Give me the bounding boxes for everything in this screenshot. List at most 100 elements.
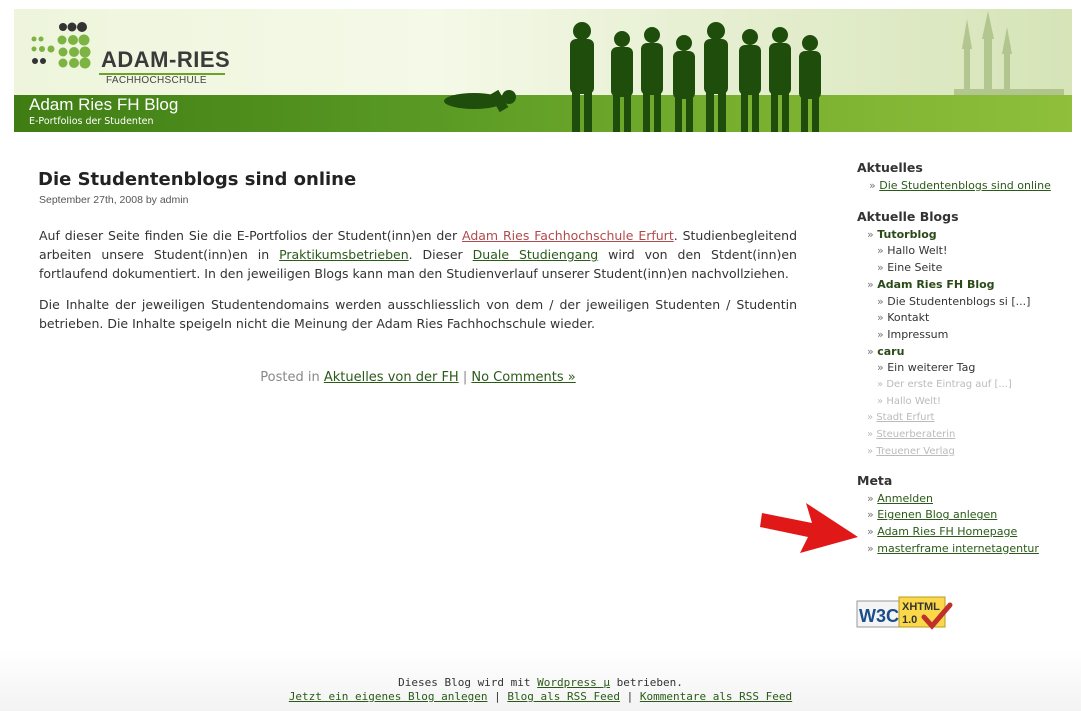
- logo-name: ADAM-RIES: [101, 47, 231, 72]
- bullet: »: [877, 311, 884, 325]
- bullet: »: [877, 395, 884, 407]
- homepage-link[interactable]: Adam Ries FH Homepage: [877, 525, 1017, 538]
- blogs-list: » Tutorblog » Hallo Welt! » Eine Seite »…: [857, 227, 1072, 461]
- footer-text: betrieben.: [610, 676, 683, 689]
- list-item: » caru: [867, 344, 1072, 361]
- category-link[interactable]: Aktuelles von der FH: [324, 370, 459, 385]
- list-item: » Die Studentenblogs sind online: [869, 178, 1072, 195]
- list-item: » Hallo Welt!: [867, 394, 1072, 411]
- w3c-xhtml-badge[interactable]: W3C XHTML 1.0: [856, 595, 954, 632]
- blog-link-tutorblog[interactable]: Tutorblog: [877, 228, 936, 241]
- meta-heading: Meta: [857, 472, 893, 488]
- badge-w3c-text: W3C: [859, 606, 899, 626]
- list-item: » Impressum: [867, 327, 1072, 344]
- blog-link-caru[interactable]: caru: [877, 345, 904, 358]
- blog-title[interactable]: Adam Ries FH Blog: [29, 95, 178, 115]
- site-footer: Dieses Blog wird mit Wordpress µ betrieb…: [0, 650, 1081, 711]
- blog-link-faded[interactable]: Treuener Verlag: [876, 446, 955, 457]
- footer-text: Dieses Blog wird mit: [398, 676, 538, 689]
- blog-tagline: E-Portfolios der Studenten: [29, 116, 154, 127]
- list-item: » Hallo Welt!: [867, 243, 1072, 260]
- list-item: » Ein weiterer Tag: [867, 360, 1072, 377]
- wordpress-link[interactable]: Wordpress µ: [537, 676, 610, 689]
- sidebar: Aktuelles » Die Studentenblogs sind onli…: [857, 160, 1072, 557]
- students-silhouette-image: [444, 22, 821, 132]
- list-item: » Adam Ries FH Blog: [867, 277, 1072, 294]
- post-link[interactable]: Ein weiterer Tag: [887, 361, 975, 374]
- posted-in-label: Posted in: [260, 370, 324, 385]
- bullet: »: [867, 445, 874, 457]
- list-item: » Adam Ries FH Homepage: [867, 524, 1072, 541]
- logo-subtitle: FACHHOCHSCHULE: [106, 75, 207, 86]
- aktuelles-post-link[interactable]: Die Studentenblogs sind online: [879, 179, 1051, 192]
- aktuelle-blogs-heading: Aktuelle Blogs: [857, 208, 959, 224]
- post-footer: Posted in Aktuelles von der FH | No Comm…: [39, 370, 797, 385]
- bullet: »: [867, 277, 874, 291]
- post-link[interactable]: Die Studentenblogs si [...]: [887, 295, 1030, 308]
- bullet: »: [877, 361, 884, 375]
- comments-link[interactable]: No Comments »: [471, 370, 575, 385]
- list-item: » Eine Seite: [867, 260, 1072, 277]
- list-item: » Eigenen Blog anlegen: [867, 507, 1072, 524]
- bullet: »: [867, 524, 874, 538]
- aktuelles-list: » Die Studentenblogs sind online: [857, 178, 1072, 195]
- separator: |: [619, 690, 640, 703]
- comments-rss-link[interactable]: Kommentare als RSS Feed: [640, 690, 792, 703]
- bullet: »: [867, 344, 874, 358]
- bullet: »: [867, 541, 874, 555]
- post-body: Auf dieser Seite finden Sie die E-Portfo…: [39, 226, 797, 345]
- post-link[interactable]: Kontakt: [887, 311, 929, 324]
- duale-studiengang-link[interactable]: Duale Studiengang: [473, 247, 599, 262]
- post-paragraph-1: Auf dieser Seite finden Sie die E-Portfo…: [39, 226, 797, 283]
- red-arrow-icon: [760, 503, 858, 553]
- bullet: »: [877, 294, 884, 308]
- post-link[interactable]: Hallo Welt!: [886, 396, 941, 407]
- bullet: »: [867, 491, 874, 505]
- list-item: » masterframe internetagentur: [867, 541, 1072, 558]
- post-text: . Dieser: [408, 247, 473, 262]
- badge-version-text: 1.0: [902, 614, 917, 626]
- list-item: » Steuerberaterin: [867, 427, 1072, 444]
- post-link[interactable]: Impressum: [887, 328, 948, 341]
- eigenen-blog-anlegen-link[interactable]: Eigenen Blog anlegen: [877, 508, 997, 521]
- bullet: »: [877, 327, 884, 341]
- badge-xhtml-text: XHTML: [902, 601, 940, 613]
- post-link[interactable]: Eine Seite: [887, 261, 942, 274]
- masterframe-link[interactable]: masterframe internetagentur: [877, 542, 1039, 555]
- site-header: ADAM-RIES FACHHOCHSCHULE Adam Ries FH Bl…: [14, 9, 1072, 132]
- aktuelles-heading: Aktuelles: [857, 160, 923, 175]
- list-item: » Anmelden: [867, 491, 1072, 508]
- post-link[interactable]: Hallo Welt!: [887, 244, 947, 257]
- list-item: » Kontakt: [867, 310, 1072, 327]
- list-item: » Treuener Verlag: [867, 444, 1072, 461]
- list-item: » Stadt Erfurt: [867, 410, 1072, 427]
- bullet: »: [877, 244, 884, 258]
- bullet: »: [867, 429, 874, 441]
- post-title[interactable]: Die Studentenblogs sind online: [38, 169, 356, 190]
- separator: |: [458, 370, 472, 385]
- anmelden-link[interactable]: Anmelden: [877, 492, 933, 505]
- praktikumsbetrieben-link[interactable]: Praktikumsbetrieben: [279, 247, 409, 262]
- blog-link-faded[interactable]: Stadt Erfurt: [876, 412, 934, 423]
- logo-dots-icon: [31, 22, 91, 69]
- bullet: »: [867, 412, 874, 424]
- rss-feed-link[interactable]: Blog als RSS Feed: [507, 690, 620, 703]
- bullet: »: [867, 227, 874, 241]
- post-meta: September 27th, 2008 by admin: [39, 194, 189, 206]
- bullet: »: [867, 508, 874, 522]
- footer-line-2: Jetzt ein eigenes Blog anlegen | Blog al…: [0, 690, 1081, 703]
- list-item: » Tutorblog: [867, 227, 1072, 244]
- bullet: »: [877, 379, 884, 391]
- fh-erfurt-link[interactable]: Adam Ries Fachhochschule Erfurt: [462, 228, 674, 243]
- post-text: Auf dieser Seite finden Sie die E-Portfo…: [39, 228, 462, 243]
- list-item: » Der erste Eintrag auf [...]: [867, 377, 1072, 394]
- create-blog-link[interactable]: Jetzt ein eigenes Blog anlegen: [289, 690, 488, 703]
- meta-list: » Anmelden » Eigenen Blog anlegen » Adam…: [857, 491, 1072, 558]
- separator: |: [487, 690, 508, 703]
- blog-link-adam-ries[interactable]: Adam Ries FH Blog: [877, 278, 994, 291]
- post-link[interactable]: Der erste Eintrag auf [...]: [886, 379, 1012, 390]
- footer-line-1: Dieses Blog wird mit Wordpress µ betrieb…: [0, 676, 1081, 689]
- list-item: » Die Studentenblogs si [...]: [867, 294, 1072, 311]
- bullet: »: [869, 179, 876, 192]
- blog-link-faded[interactable]: Steuerberaterin: [876, 429, 955, 440]
